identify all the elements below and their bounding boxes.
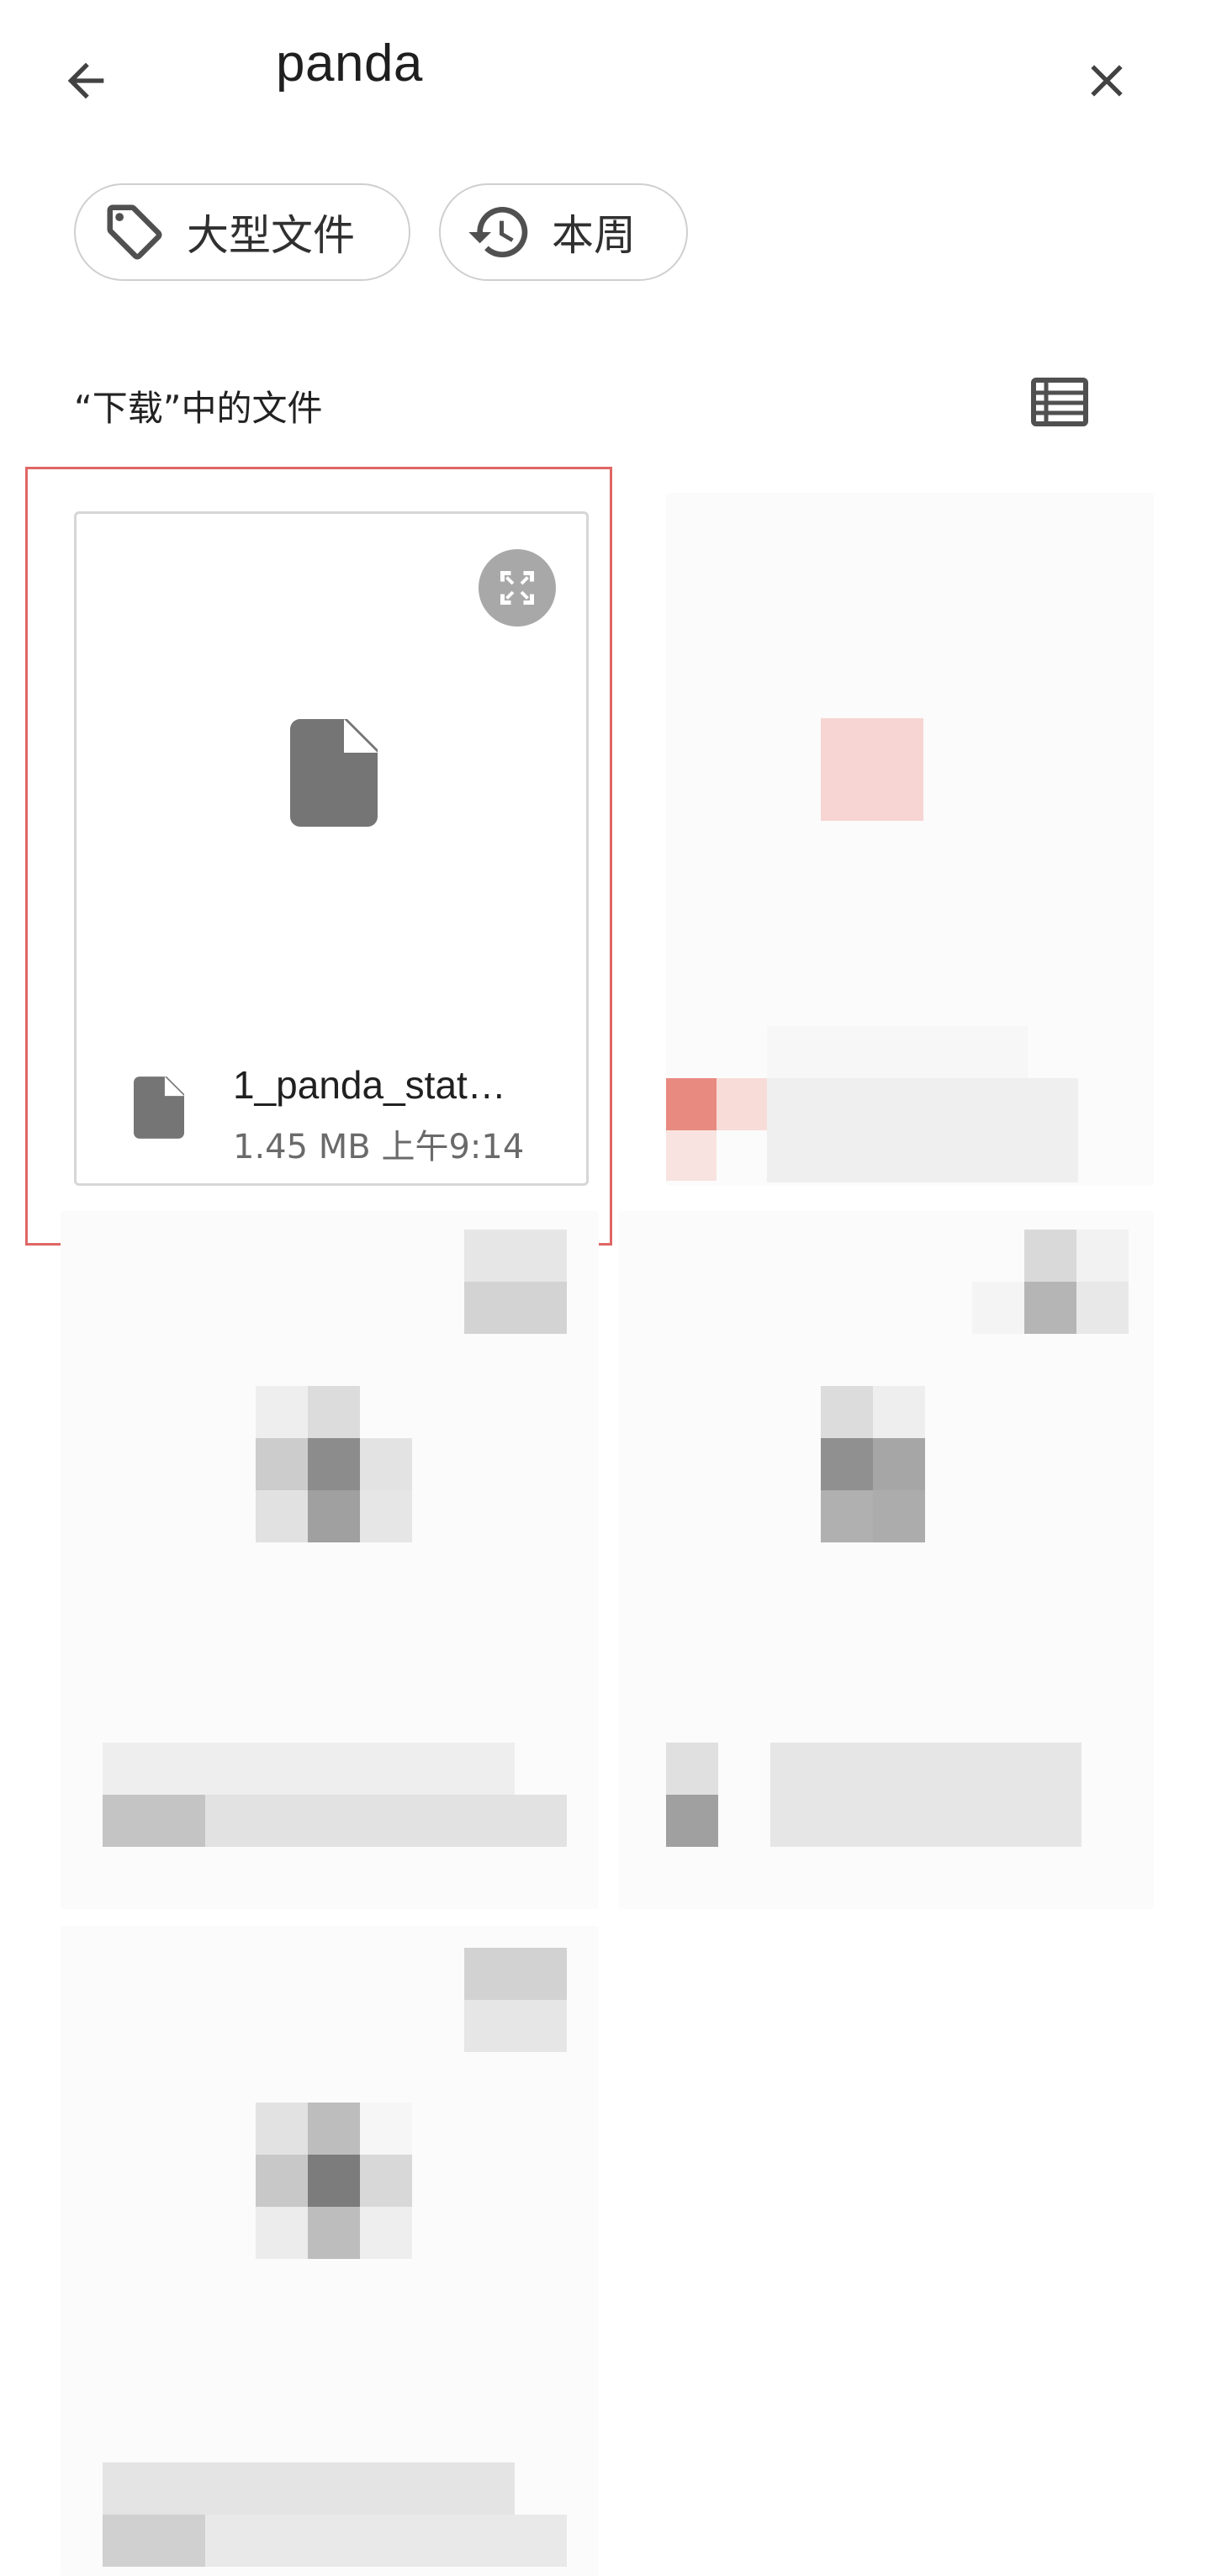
- fullscreen-icon: [500, 571, 534, 605]
- tag-icon: [101, 198, 168, 266]
- back-button[interactable]: [44, 39, 128, 123]
- filter-chip-label: 本周: [552, 211, 636, 260]
- filter-chip-large-files[interactable]: 大型文件: [74, 183, 410, 281]
- section-title: “下载”中的文件: [74, 388, 323, 429]
- blurred-file-card: [619, 1211, 1154, 1909]
- file-meta: 1.45 MB 上午9:14: [233, 1128, 525, 1166]
- blurred-file-card: [666, 493, 1154, 1186]
- filter-chip-this-week[interactable]: 本周: [439, 183, 688, 281]
- file-name: 1_panda_stat…: [233, 1063, 506, 1107]
- clear-search-button[interactable]: [1065, 39, 1149, 123]
- file-card[interactable]: 1_panda_stat… 1.45 MB 上午9:14: [74, 511, 589, 1186]
- document-preview-icon: [290, 719, 378, 831]
- close-icon: [1091, 65, 1123, 97]
- list-view-icon: [1031, 378, 1088, 426]
- list-view-toggle-button[interactable]: [1019, 370, 1100, 434]
- history-icon: [466, 198, 533, 266]
- files-search-page: panda 大型文件 本周 “下载”中的文件 1_panda_stat… 1.4…: [0, 0, 1211, 2576]
- blurred-file-card: [61, 1211, 599, 1909]
- arrow-back-icon: [67, 62, 104, 99]
- filter-chip-label: 大型文件: [187, 211, 355, 260]
- expand-preview-button[interactable]: [479, 549, 556, 627]
- blurred-file-card: [61, 1926, 599, 2576]
- document-icon: [134, 1076, 184, 1144]
- search-query-text[interactable]: panda: [276, 34, 423, 93]
